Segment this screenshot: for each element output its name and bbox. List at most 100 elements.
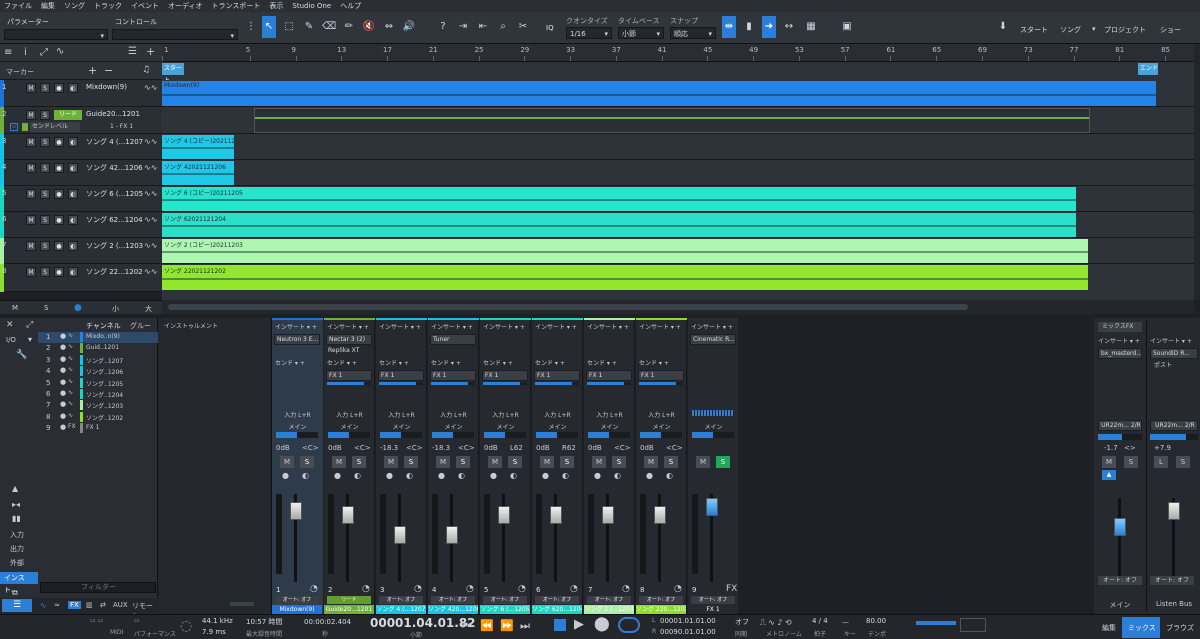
automation-mode[interactable]: オート: オフ xyxy=(691,596,735,604)
knob-icon[interactable]: ◔ xyxy=(466,584,474,594)
waveform-icon[interactable]: ≈ xyxy=(54,601,60,609)
solo-button[interactable]: S xyxy=(40,110,50,120)
monitor-icon[interactable]: ● xyxy=(74,303,82,313)
loop-left[interactable]: 00001.01.01.00 xyxy=(660,617,716,625)
knob-icon[interactable]: ◔ xyxy=(362,584,370,594)
audio-clip[interactable]: ソング 22021121202 xyxy=(162,265,1088,291)
volume-readout[interactable]: 0dB xyxy=(536,444,550,452)
start-page-button[interactable]: スタート xyxy=(1020,25,1048,35)
send-slot[interactable]: FX 1 xyxy=(586,370,632,381)
track-header[interactable]: 8 M S ● ◐ ソング 22...1202 ∿∿ xyxy=(0,264,162,292)
audio-clip[interactable] xyxy=(254,108,1090,133)
snap-toggle-button[interactable]: ⇹ xyxy=(722,16,736,38)
record-arm-button[interactable]: ● xyxy=(54,267,64,277)
automation-mode[interactable]: オート: オフ xyxy=(431,596,475,604)
visible-dot-icon[interactable]: ● xyxy=(60,389,66,397)
fader-cap[interactable] xyxy=(290,502,302,520)
fx-tab[interactable]: FX xyxy=(68,601,81,609)
aux-tab[interactable]: AUX xyxy=(113,601,128,609)
master-volume-slider[interactable] xyxy=(916,621,956,625)
record-arm-button[interactable]: ● xyxy=(54,137,64,147)
position-display[interactable]: 00001.04.01.82 xyxy=(370,616,476,630)
mute-button[interactable]: M xyxy=(540,456,554,468)
volume-readout[interactable]: 0dB xyxy=(328,444,342,452)
detach-icon[interactable]: ⤢ xyxy=(26,320,33,330)
project-page-button[interactable]: プロジェクト xyxy=(1104,25,1146,35)
monitor-icon[interactable]: ◐ xyxy=(510,471,517,480)
track-name[interactable]: ソング 2 (...1203 xyxy=(86,241,143,251)
track-lane[interactable] xyxy=(162,107,1194,134)
mute-button[interactable]: M xyxy=(384,456,398,468)
record-arm-icon[interactable]: ● xyxy=(438,471,445,480)
main-warn-icon[interactable]: ▲ xyxy=(1102,470,1116,480)
input-select[interactable]: 入力 L+R xyxy=(534,410,581,419)
solo-button[interactable]: S xyxy=(40,215,50,225)
input-select[interactable]: 入力 L+R xyxy=(482,410,529,419)
send-header[interactable]: センド ▾ + xyxy=(587,358,617,367)
channel-list-item[interactable]: 7 ● ∿ ソング..1203 xyxy=(38,400,158,411)
read-automation-button[interactable]: リード xyxy=(54,110,82,120)
pan-readout[interactable]: <C> xyxy=(354,444,371,452)
channel-name[interactable]: ソング 6 (...1205 xyxy=(480,605,530,614)
mute-button[interactable]: M xyxy=(26,267,36,277)
insert-slot[interactable]: Cinematic R... xyxy=(690,334,736,345)
ripple-edit-button[interactable]: ↔ xyxy=(782,16,796,38)
io-tab[interactable]: ⇄ xyxy=(100,601,106,609)
scroll-thumb[interactable] xyxy=(168,304,968,310)
pan-readout[interactable]: <C> xyxy=(302,444,319,452)
fader-cap[interactable] xyxy=(706,498,718,516)
chevron-down-icon[interactable]: ▾ xyxy=(28,335,32,344)
fader-cap[interactable] xyxy=(394,526,406,544)
mute-all-button[interactable]: M xyxy=(12,304,18,312)
menu-transport[interactable]: トランスポート xyxy=(212,1,261,11)
range-tool-button[interactable]: ⬚ xyxy=(282,16,296,38)
monitor-button[interactable]: ◐ xyxy=(68,189,78,199)
mixfx-dropdown[interactable]: ミックスFX xyxy=(1098,322,1142,332)
channel-list-item[interactable]: 4 ● ∿ ソング..1206 xyxy=(38,366,158,377)
track-name[interactable]: Mixdown(9) xyxy=(86,83,127,91)
pan-readout[interactable]: <C> xyxy=(614,444,631,452)
fader-cap[interactable] xyxy=(446,526,458,544)
scissors-icon[interactable]: ✂ xyxy=(516,16,530,38)
instrument-scroll[interactable] xyxy=(230,602,254,606)
main-link-icon[interactable]: <> xyxy=(1124,444,1136,452)
channel-list-item[interactable]: 6 ● ∿ ソング..1204 xyxy=(38,389,158,400)
listen-output-dropdown[interactable]: UR22m... 2/R xyxy=(1150,420,1198,431)
pan-readout[interactable]: R62 xyxy=(562,444,576,452)
monitor-icon[interactable]: ◐ xyxy=(458,471,465,480)
send-header[interactable]: センド ▾ + xyxy=(639,358,669,367)
knob-icon[interactable]: ◔ xyxy=(310,584,318,594)
channel-name[interactable]: ソング 620...1204 xyxy=(532,605,582,614)
menu-edit[interactable]: 編集 xyxy=(41,1,55,11)
song-page-button[interactable]: ソング xyxy=(1060,25,1081,35)
record-arm-button[interactable]: ● xyxy=(54,189,64,199)
key-icon[interactable]: — xyxy=(842,618,849,626)
mute-button[interactable]: M xyxy=(26,189,36,199)
menu-audio[interactable]: オーディオ xyxy=(168,1,203,11)
send-header[interactable]: センド ▾ + xyxy=(431,358,461,367)
knob-icon[interactable]: ◔ xyxy=(570,584,578,594)
channel-name[interactable]: Mixdown(9) xyxy=(272,605,322,614)
visible-dot-icon[interactable]: ● xyxy=(60,343,66,351)
mute-button[interactable]: M xyxy=(332,456,346,468)
knob-icon[interactable]: ◔ xyxy=(518,584,526,594)
record-arm-icon[interactable]: ● xyxy=(646,471,653,480)
monitor-button[interactable]: ◐ xyxy=(68,241,78,251)
quantize-dropdown[interactable]: 1/16 ▾ xyxy=(566,27,612,39)
send-header[interactable]: センド ▾ + xyxy=(379,358,409,367)
channel-name[interactable]: Guide20...1201 xyxy=(324,605,374,614)
side-tab-external[interactable]: 外部 xyxy=(10,558,24,568)
solo-button[interactable]: S xyxy=(40,189,50,199)
automation-mode[interactable]: オート: オフ xyxy=(379,596,423,604)
instrument-tab[interactable]: ▥ xyxy=(86,601,93,609)
mute-button[interactable]: M xyxy=(280,456,294,468)
expand-icon[interactable]: ▸◂ xyxy=(12,500,20,509)
record-arm-icon[interactable]: ● xyxy=(334,471,341,480)
zoom-icon[interactable]: ⌕ xyxy=(496,16,510,38)
fader-cap[interactable] xyxy=(342,506,354,524)
solo-button[interactable]: S xyxy=(560,456,574,468)
show-page-button[interactable]: ショー xyxy=(1160,25,1181,35)
monitor-button[interactable]: ◐ xyxy=(68,163,78,173)
snap-dropdown[interactable]: 順応 ▾ xyxy=(670,27,716,39)
solo-button[interactable]: S xyxy=(612,456,626,468)
